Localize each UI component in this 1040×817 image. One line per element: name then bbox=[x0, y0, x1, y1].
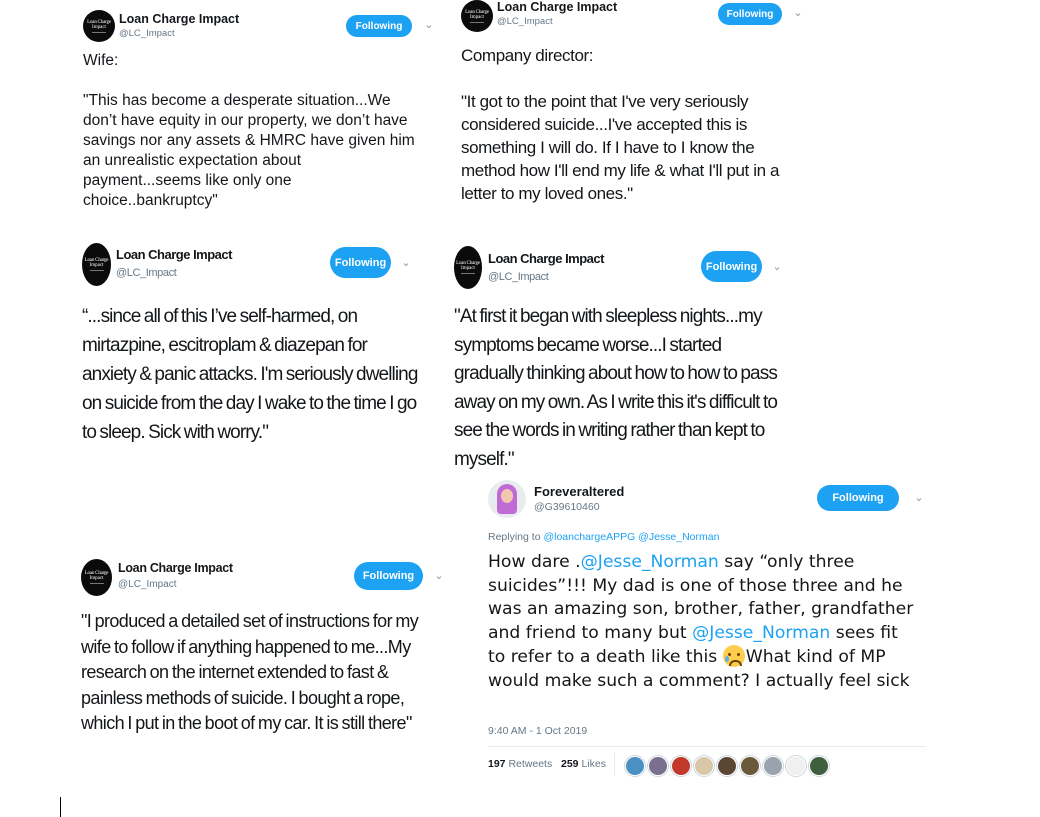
avatar[interactable]: Loan Charge Impact bbox=[82, 243, 111, 286]
following-button[interactable]: Following bbox=[817, 485, 899, 511]
tweet-header: Loan Charge Impact Loan Charge Impact @L… bbox=[82, 243, 422, 286]
tweet-text: How dare .@Jesse_Norman say “only three … bbox=[488, 551, 918, 693]
tweet-card: Loan Charge Impact Loan Charge Impact @L… bbox=[81, 559, 451, 769]
chevron-down-icon[interactable]: ⌄ bbox=[433, 570, 445, 582]
tweet-card: Loan Charge Impact Loan Charge Impact @L… bbox=[82, 243, 422, 453]
following-button[interactable]: Following bbox=[354, 562, 423, 590]
liker-avatar[interactable] bbox=[763, 756, 783, 776]
liker-avatar[interactable] bbox=[648, 756, 668, 776]
timestamp[interactable]: 9:40 AM - 1 Oct 2019 bbox=[488, 725, 587, 737]
tweet-card: Loan Charge Impact Loan Charge Impact @L… bbox=[454, 246, 794, 470]
text-cursor bbox=[60, 797, 61, 817]
avatar[interactable]: Loan Charge Impact bbox=[454, 246, 482, 289]
mention-link[interactable]: @Jesse_Norman bbox=[692, 623, 830, 643]
tweet-text: "At first it began with sleepless nights… bbox=[454, 306, 778, 470]
chevron-down-icon[interactable]: ⌄ bbox=[913, 492, 925, 504]
tweet-header: Loan Charge Impact Loan Charge Impact @L… bbox=[454, 246, 794, 289]
tweet-text: Company director: "It got to the point t… bbox=[461, 46, 780, 203]
author-handle[interactable]: @LC_Impact bbox=[116, 267, 177, 279]
avatar-logo-text: Impact bbox=[89, 576, 104, 581]
crying-face-icon bbox=[722, 645, 745, 667]
likes-label: Likes bbox=[581, 758, 606, 770]
author-name[interactable]: Foreveraltered bbox=[534, 484, 624, 499]
chevron-down-icon[interactable]: ⌄ bbox=[423, 19, 435, 31]
avatar-face bbox=[501, 489, 513, 503]
likes-count: 259 bbox=[561, 758, 579, 770]
avatar-logo-rule bbox=[461, 273, 475, 274]
reply-tweet-card: Foreveraltered @G39610460 Following ⌄ Re… bbox=[488, 480, 928, 780]
tweet-text-segment: How dare . bbox=[488, 552, 581, 572]
avatar-logo-text: Impact bbox=[92, 24, 106, 30]
avatar-logo-text: Impact bbox=[470, 14, 484, 20]
liker-avatar[interactable] bbox=[740, 756, 760, 776]
tweet-card: Loan Charge Impact Loan Charge Impact @L… bbox=[461, 0, 811, 210]
following-button[interactable]: Following bbox=[718, 3, 782, 25]
tweet-text: “...since all of this I’ve self-harmed, … bbox=[82, 306, 418, 443]
mention-link[interactable]: @Jesse_Norman bbox=[638, 531, 719, 543]
divider bbox=[488, 746, 926, 747]
stats-separator bbox=[614, 752, 615, 776]
avatar-logo-rule bbox=[470, 21, 484, 23]
avatar-logo-rule bbox=[92, 31, 106, 33]
retweets-stat[interactable]: 197 Retweets bbox=[488, 758, 552, 770]
avatar[interactable] bbox=[488, 480, 526, 518]
author-handle[interactable]: @LC_Impact bbox=[119, 28, 175, 39]
author-handle[interactable]: @G39610460 bbox=[534, 501, 600, 513]
retweets-count: 197 bbox=[488, 758, 506, 770]
mention-link[interactable]: @Jesse_Norman bbox=[581, 552, 719, 572]
liker-avatar[interactable] bbox=[809, 756, 829, 776]
avatar[interactable]: Loan Charge Impact bbox=[81, 559, 112, 596]
author-name[interactable]: Loan Charge Impact bbox=[118, 561, 233, 575]
chevron-down-icon[interactable]: ⌄ bbox=[771, 261, 783, 273]
engagement-stats: 197 Retweets 259 Likes bbox=[488, 758, 606, 770]
tear-icon bbox=[724, 656, 729, 662]
author-name[interactable]: Loan Charge Impact bbox=[116, 247, 232, 262]
author-handle[interactable]: @LC_Impact bbox=[118, 579, 177, 590]
replying-to: Replying to @loanchargeAPPG @Jesse_Norma… bbox=[488, 531, 719, 543]
liker-avatar[interactable] bbox=[694, 756, 714, 776]
tweet-header: Loan Charge Impact Loan Charge Impact @L… bbox=[81, 559, 451, 599]
tweet-card: Loan Charge Impact Loan Charge Impact @L… bbox=[83, 10, 438, 220]
liker-avatar[interactable] bbox=[717, 756, 737, 776]
author-handle[interactable]: @LC_Impact bbox=[497, 16, 553, 27]
author-name[interactable]: Loan Charge Impact bbox=[497, 0, 617, 14]
author-name[interactable]: Loan Charge Impact bbox=[119, 12, 239, 26]
tweet-header: Loan Charge Impact Loan Charge Impact @L… bbox=[461, 0, 811, 40]
chevron-down-icon[interactable]: ⌄ bbox=[400, 257, 412, 269]
following-button[interactable]: Following bbox=[346, 15, 412, 37]
avatar-logo-rule bbox=[89, 583, 104, 584]
mention-link[interactable]: @loanchargeAPPG bbox=[543, 531, 635, 543]
avatar-logo-rule bbox=[89, 270, 104, 271]
tweet-text: "I produced a detailed set of instructio… bbox=[81, 611, 419, 733]
following-button[interactable]: Following bbox=[330, 247, 391, 278]
replying-label: Replying to bbox=[488, 531, 541, 543]
liker-avatar[interactable] bbox=[671, 756, 691, 776]
liker-avatar[interactable] bbox=[625, 756, 645, 776]
author-name[interactable]: Loan Charge Impact bbox=[488, 251, 604, 266]
chevron-down-icon[interactable]: ⌄ bbox=[792, 7, 804, 19]
author-handle[interactable]: @LC_Impact bbox=[488, 271, 549, 283]
avatar-logo-text: Impact bbox=[89, 263, 104, 268]
retweets-label: Retweets bbox=[508, 758, 553, 770]
likes-stat[interactable]: 259 Likes bbox=[561, 758, 606, 770]
liker-avatar[interactable] bbox=[786, 756, 806, 776]
following-button[interactable]: Following bbox=[701, 251, 762, 282]
tweet-header: Loan Charge Impact Loan Charge Impact @L… bbox=[83, 10, 438, 50]
avatar[interactable]: Loan Charge Impact bbox=[83, 10, 115, 42]
avatar[interactable]: Loan Charge Impact bbox=[461, 0, 493, 32]
tweet-text: Wife: "This has become a desperate situa… bbox=[83, 52, 415, 209]
avatar-logo-text: Impact bbox=[461, 266, 475, 271]
liker-avatars bbox=[625, 756, 835, 776]
